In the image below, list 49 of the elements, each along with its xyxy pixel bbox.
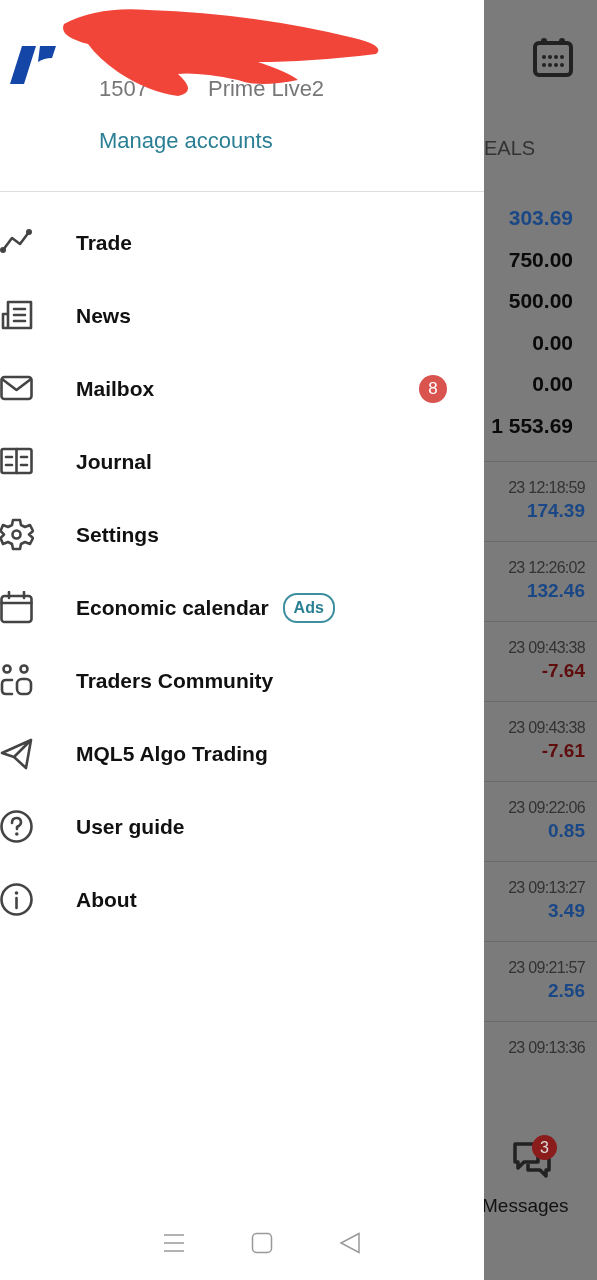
menu-item[interactable]: Journal [76, 445, 152, 478]
deal-profit: 2.56 [548, 978, 585, 1003]
deal-profit: -7.64 [541, 658, 585, 683]
menu-item[interactable]: Mailbox [76, 372, 155, 405]
menu-item[interactable]: Settings [76, 518, 159, 551]
summary-value: 750.00 [508, 247, 573, 271]
deal-profit: 3.49 [548, 898, 585, 923]
notification-badge: 8 [419, 374, 447, 403]
summary-value: 0.00 [532, 372, 573, 395]
deal-time: 23 09:13:27 [508, 878, 585, 898]
calendar-icon[interactable] [533, 37, 573, 77]
calendar-icon [0, 591, 34, 624]
messages-tab-label[interactable]: Messages [484, 1192, 597, 1221]
deal-profit: 174.39 [526, 498, 585, 523]
deal-time: 23 09:43:38 [508, 638, 585, 658]
paper-plane-icon [0, 737, 34, 770]
menu-item[interactable]: About [76, 883, 137, 916]
deal-time: 23 09:43:38 [508, 718, 585, 738]
summary-value: 500.00 [508, 289, 573, 312]
newspaper-icon [0, 299, 34, 332]
ad-tag: Ads [282, 592, 335, 623]
manage-accounts-link[interactable]: Manage accounts [99, 124, 273, 157]
deal-profit: 0.85 [548, 818, 585, 843]
menu-item[interactable]: MQL5 Algo Trading [76, 737, 268, 770]
deal-time: 23 12:18:59 [508, 478, 585, 498]
back-icon[interactable] [339, 1231, 361, 1254]
column-header: EALS [484, 136, 536, 161]
deal-profit: -7.61 [541, 738, 585, 763]
menu-item[interactable]: Traders Community [76, 664, 274, 697]
summary-value: 1 553.69 [491, 413, 573, 437]
gear-icon [0, 518, 34, 551]
home-icon[interactable] [251, 1231, 273, 1254]
account-number: Prime Live2 [207, 75, 325, 103]
info-icon [0, 883, 34, 916]
deal-time: 23 12:26:02 [508, 558, 585, 578]
menu-item[interactable]: News [76, 299, 131, 332]
deal-time: 23 09:22:06 [508, 798, 585, 818]
deal-time: 23 09:13:36 [508, 1038, 585, 1058]
notification-badge: 3 [532, 1135, 557, 1160]
summary-value: 0.00 [532, 330, 573, 354]
menu-item-label[interactable]: Economic calendar [76, 591, 269, 624]
menu-item[interactable]: Trade [76, 226, 133, 259]
deal-profit: 132.46 [526, 578, 585, 603]
people-icon [0, 664, 34, 697]
menu-icon[interactable] [163, 1231, 185, 1254]
deal-time: 23 09:21:57 [508, 958, 585, 978]
help-icon [0, 810, 34, 843]
summary-value: 303.69 [508, 206, 573, 229]
menu-item[interactable]: User guide [76, 810, 185, 843]
